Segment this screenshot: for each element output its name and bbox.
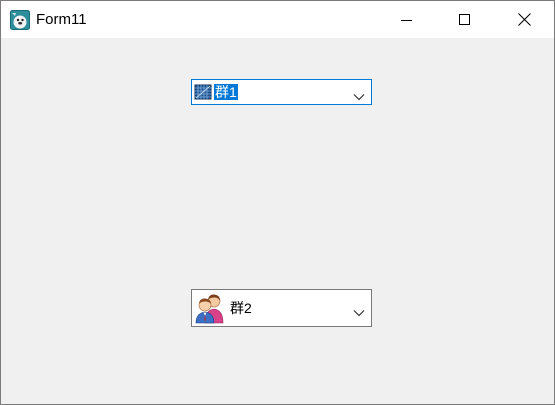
- form-client-area: 群1 群2: [1, 38, 554, 404]
- minimize-button[interactable]: [384, 1, 430, 38]
- maximize-button[interactable]: [442, 1, 488, 38]
- chevron-down-icon[interactable]: [353, 88, 365, 101]
- window-title: Form11: [36, 11, 87, 28]
- form-app-icon[interactable]: [10, 10, 30, 30]
- minimize-icon: [401, 19, 412, 21]
- close-button[interactable]: [501, 1, 547, 38]
- group-combobox-1[interactable]: 群1: [191, 79, 372, 105]
- group-combobox-2[interactable]: 群2: [191, 289, 372, 327]
- combo-selected-value: 群2: [230, 300, 252, 316]
- combo-selected-value: 群1: [214, 84, 238, 100]
- users-group-icon: [194, 292, 226, 324]
- form-window: Form11 群1 群2: [0, 0, 555, 405]
- close-icon: [517, 13, 531, 26]
- title-bar[interactable]: Form11: [1, 1, 554, 38]
- chevron-down-icon[interactable]: [353, 304, 365, 317]
- network-grid-icon: [194, 83, 212, 101]
- maximize-icon: [459, 13, 470, 25]
